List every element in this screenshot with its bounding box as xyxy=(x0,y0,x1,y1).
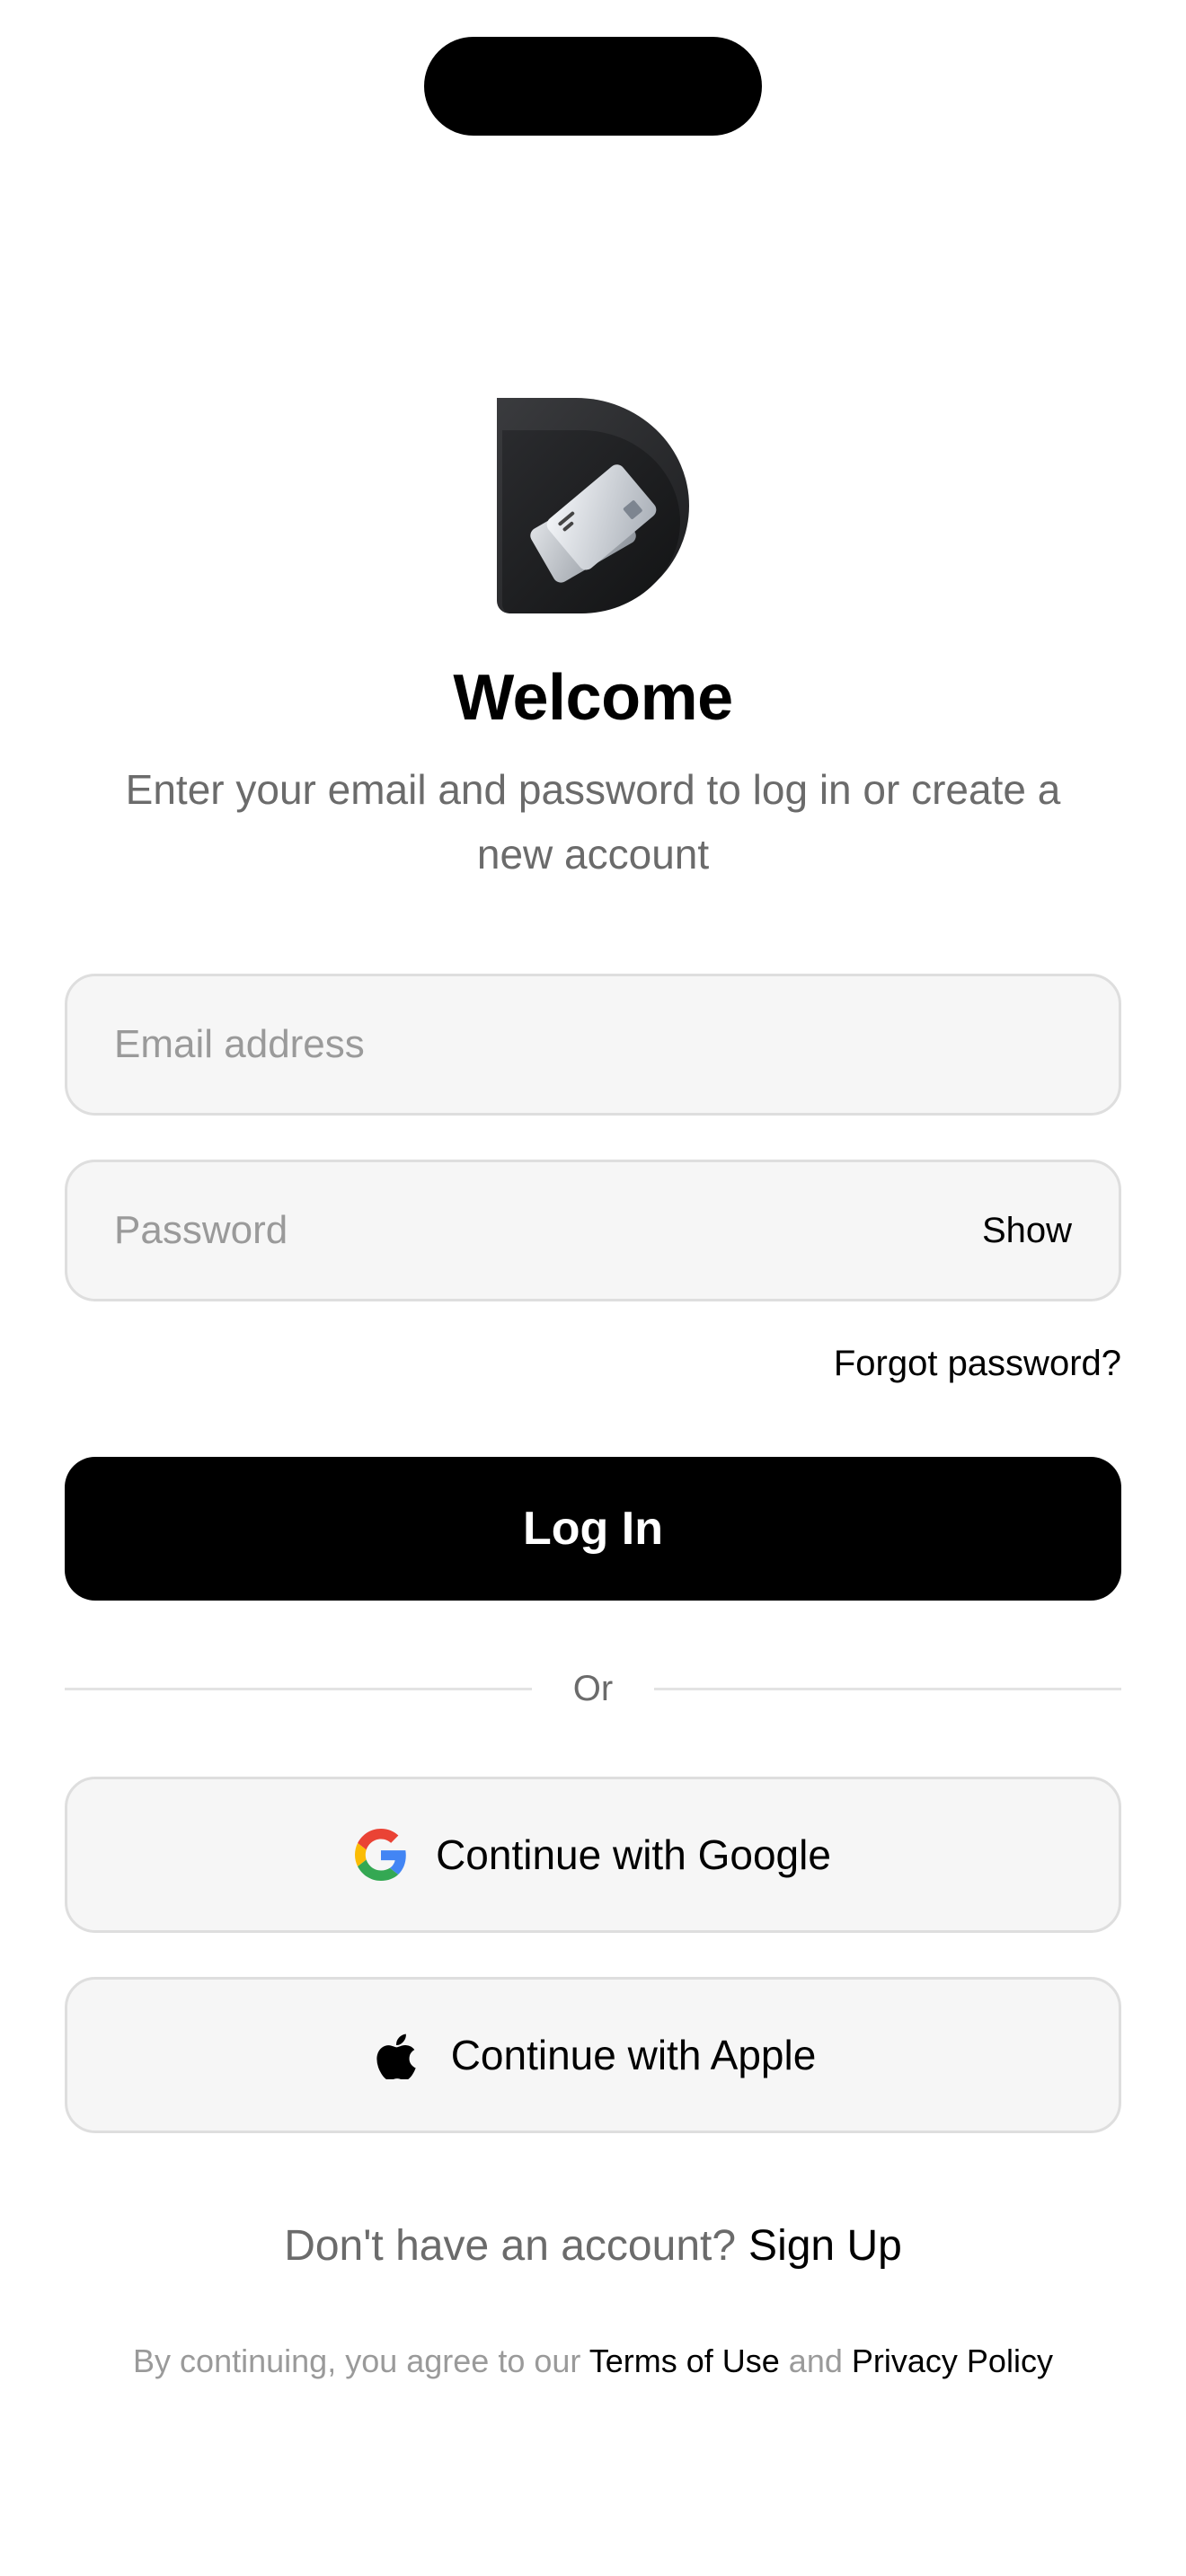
or-label: Or xyxy=(572,1668,614,1708)
password-input[interactable] xyxy=(114,1208,982,1253)
legal-prefix: By continuing, you agree to our xyxy=(133,2342,581,2379)
continue-with-apple-button[interactable]: Continue with Apple xyxy=(65,1977,1121,2133)
google-button-label: Continue with Google xyxy=(436,1831,831,1878)
privacy-policy-link[interactable]: Privacy Policy xyxy=(852,2342,1053,2379)
login-button[interactable]: Log In xyxy=(65,1457,1121,1601)
signup-row: Don't have an account? Sign Up xyxy=(0,2215,1186,2278)
apple-button-label: Continue with Apple xyxy=(450,2032,817,2078)
continue-with-google-button[interactable]: Continue with Google xyxy=(65,1777,1121,1933)
email-field[interactable] xyxy=(65,974,1121,1116)
terms-of-use-link[interactable]: Terms of Use xyxy=(589,2342,780,2379)
google-icon xyxy=(355,1829,407,1881)
email-input[interactable] xyxy=(114,1022,1072,1067)
signup-link[interactable]: Sign Up xyxy=(748,2222,902,2270)
show-password-toggle[interactable]: Show xyxy=(982,1211,1072,1251)
app-logo xyxy=(497,398,689,613)
or-divider: Or xyxy=(65,1663,1121,1714)
apple-icon xyxy=(370,2029,422,2081)
dynamic-island xyxy=(424,37,762,136)
legal-and: and xyxy=(788,2342,843,2379)
divider-line-left xyxy=(65,1687,532,1690)
password-field[interactable]: Show xyxy=(65,1160,1121,1301)
page-subtitle: Enter your email and password to log in … xyxy=(125,766,1061,878)
divider-line-right xyxy=(654,1687,1121,1690)
forgot-password-link[interactable]: Forgot password? xyxy=(834,1344,1121,1384)
legal-text: By continuing, you agree to our Terms of… xyxy=(0,2339,1186,2384)
page-title: Welcome xyxy=(453,662,733,734)
signup-prompt: Don't have an account? xyxy=(284,2222,737,2270)
